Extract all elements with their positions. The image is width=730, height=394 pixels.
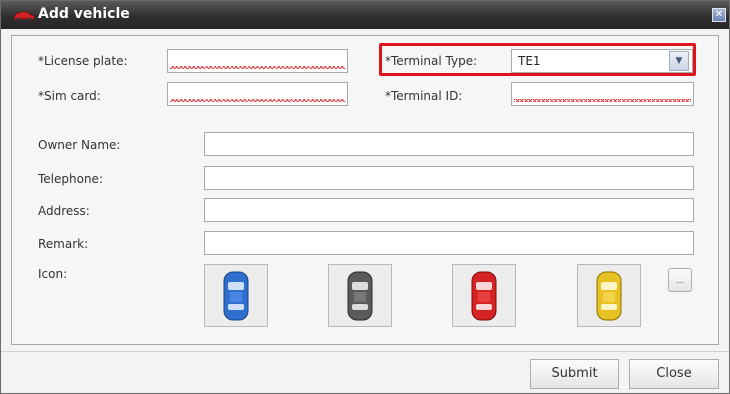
license-plate-label: *License plate: (38, 54, 128, 68)
title-bar[interactable]: Add vehicle ✕ (1, 1, 729, 29)
dialog-title: Add vehicle (38, 6, 130, 22)
close-icon[interactable]: ✕ (712, 8, 726, 22)
icon-option-yellow[interactable] (577, 264, 641, 327)
owner-name-input[interactable] (204, 132, 694, 156)
license-plate-input[interactable] (167, 49, 348, 73)
close-button[interactable]: Close (629, 359, 719, 389)
validation-underline (170, 99, 345, 102)
terminal-id-label: *Terminal ID: (385, 89, 463, 103)
remark-label: Remark: (38, 237, 89, 251)
add-vehicle-dialog: Add vehicle ✕ *License plate: *Terminal … (0, 0, 730, 394)
owner-name-label: Owner Name: (38, 138, 121, 152)
remark-input[interactable] (204, 231, 694, 255)
browse-icon-button[interactable]: ... (668, 268, 692, 292)
icon-option-blue[interactable] (204, 264, 268, 327)
telephone-label: Telephone: (38, 172, 103, 186)
terminal-type-label: *Terminal Type: (385, 54, 478, 68)
terminal-type-select[interactable]: TE1 (511, 49, 693, 73)
icon-option-red[interactable] (452, 264, 516, 327)
red-car-icon (471, 271, 497, 321)
telephone-input[interactable] (204, 166, 694, 190)
validation-underline (514, 99, 691, 102)
address-label: Address: (38, 204, 90, 218)
terminal-type-value: TE1 (518, 54, 541, 68)
gray-car-icon (347, 271, 373, 321)
address-input[interactable] (204, 198, 694, 222)
yellow-car-icon (596, 271, 622, 321)
sim-card-label: *Sim card: (38, 89, 101, 103)
icon-option-gray[interactable] (328, 264, 392, 327)
footer-divider (1, 351, 729, 352)
validation-underline (170, 66, 345, 69)
submit-button[interactable]: Submit (530, 359, 619, 389)
red-car-icon (13, 11, 35, 22)
chevron-down-icon[interactable]: ▼ (669, 51, 689, 71)
sim-card-input[interactable] (167, 82, 348, 106)
icon-label: Icon: (38, 267, 68, 281)
terminal-id-input[interactable] (511, 82, 694, 106)
blue-car-icon (223, 271, 249, 321)
